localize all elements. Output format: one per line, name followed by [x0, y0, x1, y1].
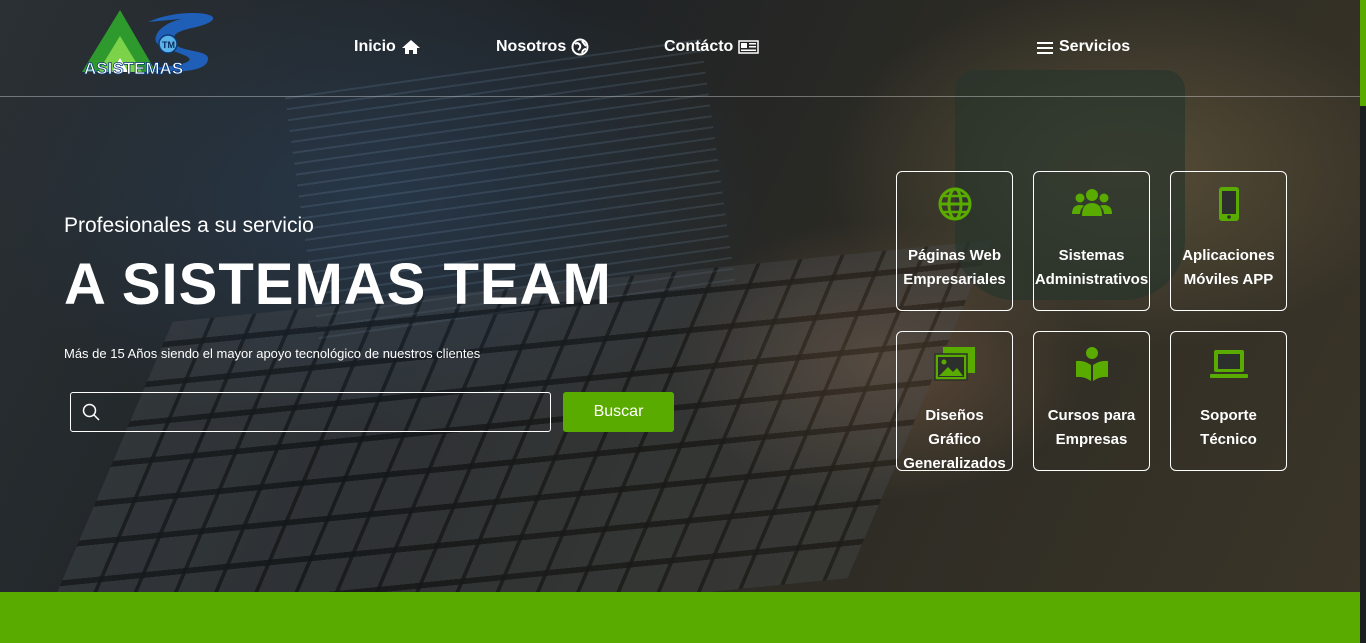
service-label: Soporte Técnico	[1200, 407, 1257, 448]
logo-text: ASISTEMAS	[84, 59, 183, 78]
service-card-cursos[interactable]: Cursos para Empresas	[1033, 331, 1150, 471]
laptop-icon	[1210, 350, 1248, 378]
globe-icon	[938, 187, 972, 221]
search-input[interactable]	[107, 395, 541, 429]
service-label: Sistemas Administrativos	[1034, 247, 1149, 288]
page-scrollbar[interactable]	[1360, 0, 1366, 643]
service-label: Páginas Web Empresariales	[903, 247, 1006, 288]
nav-contacto-label: Contácto	[664, 38, 734, 55]
nav-servicios[interactable]: Servicios	[1037, 38, 1130, 56]
nav-servicios-label: Servicios	[1059, 38, 1131, 55]
site-logo[interactable]: TM ASISTEMAS	[78, 8, 228, 78]
nav-inicio[interactable]: Inicio	[354, 38, 421, 56]
home-icon	[401, 40, 420, 54]
users-icon	[1072, 189, 1112, 216]
reader-book-icon	[1076, 347, 1108, 381]
mobile-phone-icon	[1219, 187, 1239, 221]
service-label: Diseños Gráfico Generalizados	[903, 407, 1006, 472]
search-icon	[82, 403, 100, 421]
images-icon	[934, 347, 975, 381]
logo-mark-text: TM	[162, 40, 175, 50]
contact-card-icon	[738, 40, 760, 54]
hero-title: A SISTEMAS TEAM	[64, 252, 612, 317]
nav-contacto[interactable]: Contácto	[664, 38, 760, 56]
service-card-sistemas[interactable]: Sistemas Administrativos	[1033, 171, 1150, 311]
nav-nosotros-label: Nosotros	[496, 38, 567, 55]
service-card-disenos[interactable]: Diseños Gráfico Generalizados	[896, 331, 1013, 472]
search-box	[70, 392, 551, 432]
service-label: Aplicaciones Móviles APP	[1182, 247, 1275, 288]
green-footer-band	[0, 592, 1366, 643]
service-card-paginas-web[interactable]: Páginas Web Empresariales	[896, 171, 1013, 311]
site-header: TM ASISTEMAS Inicio Nosotros Contácto Se…	[0, 0, 1360, 97]
menu-icon	[1037, 41, 1053, 54]
hero-description: Más de 15 Años siendo el mayor apoyo tec…	[64, 346, 481, 361]
globe-icon	[571, 38, 589, 56]
service-label: Cursos para Empresas	[1047, 407, 1136, 448]
scrollbar-thumb[interactable]	[1360, 0, 1366, 106]
nav-nosotros[interactable]: Nosotros	[496, 38, 589, 56]
service-card-soporte[interactable]: Soporte Técnico	[1170, 331, 1287, 471]
search-button[interactable]: Buscar	[563, 392, 674, 432]
nav-inicio-label: Inicio	[354, 38, 396, 55]
service-card-aplicaciones[interactable]: Aplicaciones Móviles APP	[1170, 171, 1287, 311]
hero-subtitle: Profesionales a su servicio	[64, 214, 314, 237]
logo-emblem-icon: TM ASISTEMAS	[82, 10, 214, 78]
